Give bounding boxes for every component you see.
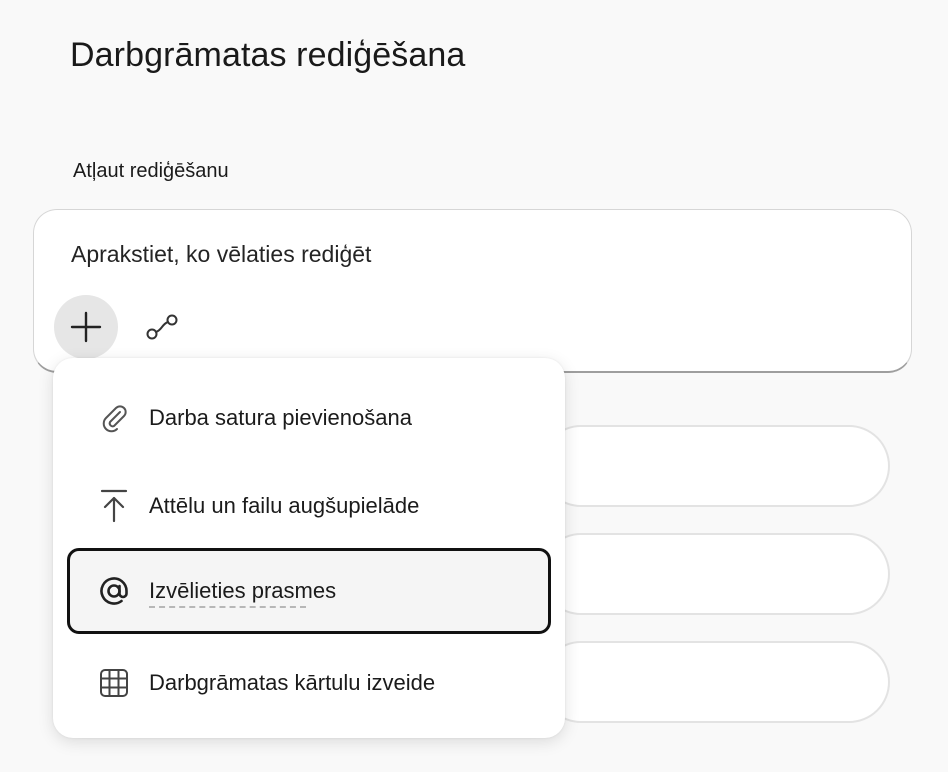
- page-title: Darbgrāmatas rediģēšana: [70, 36, 466, 74]
- at-sign-icon: [97, 574, 131, 608]
- suggestion-pill-2[interactable]: [540, 533, 890, 615]
- menu-item-label: Darba satura pievienošana: [149, 405, 412, 430]
- menu-item-upload-files[interactable]: Attēlu un failu augšupielāde: [67, 463, 551, 549]
- suggestion-pill-1[interactable]: [540, 425, 890, 507]
- link-chain-icon: [146, 314, 178, 340]
- menu-item-label: Darbgrāmatas kārtulu izveide: [149, 670, 436, 695]
- section-label: Atļaut rediģēšanu: [73, 160, 229, 182]
- prompt-input-box[interactable]: Aprakstiet, ko vēlaties rediģēt: [33, 209, 912, 373]
- table-grid-icon: [97, 666, 131, 700]
- upload-icon: [97, 489, 131, 523]
- menu-item-label: Attēlu un failu augšupielāde: [149, 493, 420, 518]
- menu-item-add-work-content[interactable]: Darba satura pievienošana: [67, 375, 551, 461]
- menu-item-label: Izvēlieties prasmes: [149, 578, 337, 608]
- plus-icon: [70, 311, 102, 343]
- menu-item-create-rules[interactable]: Darbgrāmatas kārtulu izveide: [67, 640, 551, 726]
- suggestion-pill-3[interactable]: [540, 641, 890, 723]
- link-button[interactable]: [142, 309, 182, 345]
- prompt-placeholder: Aprakstiet, ko vēlaties rediģēt: [71, 241, 372, 267]
- add-content-menu: Darba satura pievienošana Attēlu un fail…: [53, 358, 565, 738]
- add-button[interactable]: [54, 295, 118, 359]
- menu-item-choose-skills[interactable]: Izvēlieties prasmes: [67, 548, 551, 634]
- paperclip-icon: [97, 401, 131, 435]
